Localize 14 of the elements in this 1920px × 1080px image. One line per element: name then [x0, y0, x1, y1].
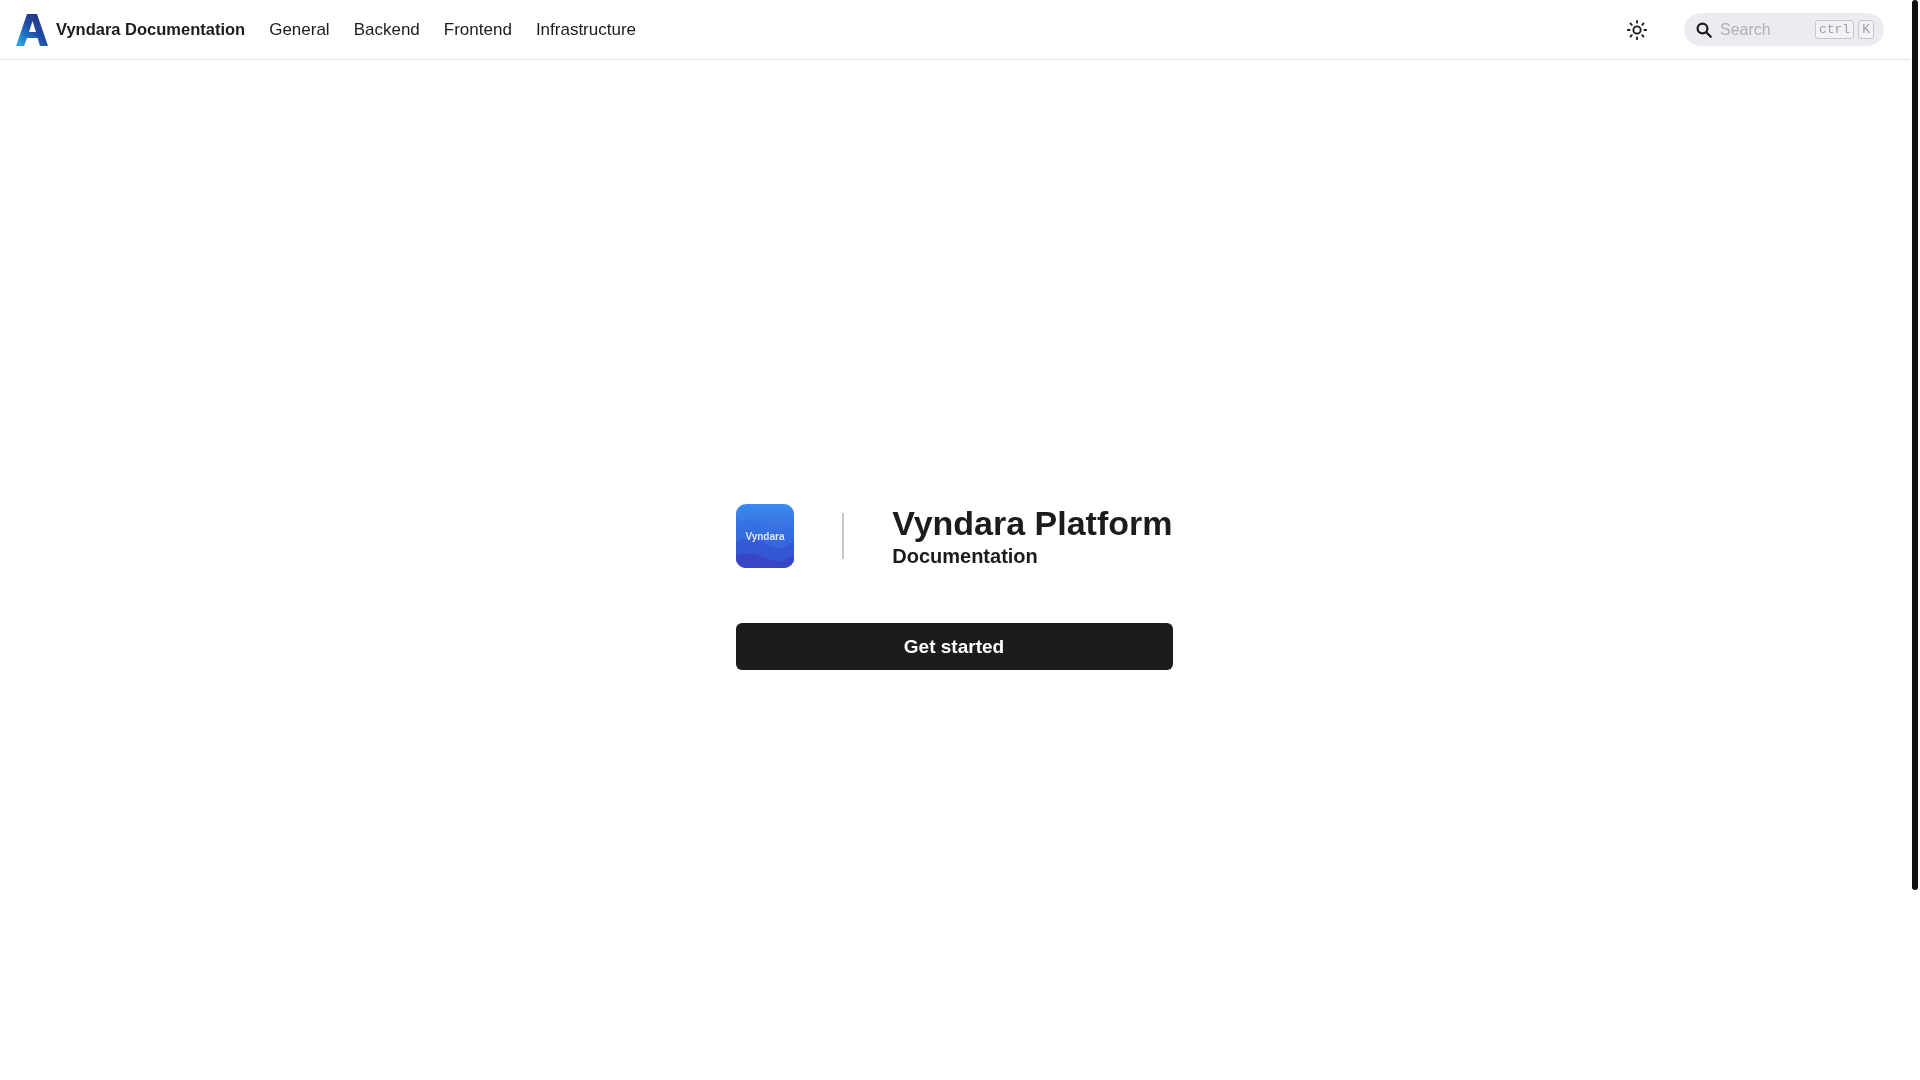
nav-link[interactable]: Backend: [341, 19, 432, 40]
keyboard-key: ctrl: [1814, 20, 1855, 39]
nav-link[interactable]: Infrastructure: [523, 19, 649, 40]
product-subtitle: Documentation: [892, 544, 1039, 569]
app-logo: Vyndara: [735, 504, 795, 568]
nav-link[interactable]: General: [257, 19, 342, 40]
product-title: Vyndara Platform: [892, 503, 1173, 543]
nav-link[interactable]: Frontend: [431, 19, 524, 40]
scrollbar-thumb[interactable]: [1912, 0, 1918, 890]
letter-a-logo-icon[interactable]: [16, 13, 48, 46]
keyboard-key: K: [1858, 20, 1874, 39]
get-started-button[interactable]: Get started: [735, 623, 1173, 670]
sun-icon: [1626, 18, 1648, 41]
site-title-link[interactable]: Vyndara Documentation: [56, 20, 246, 39]
